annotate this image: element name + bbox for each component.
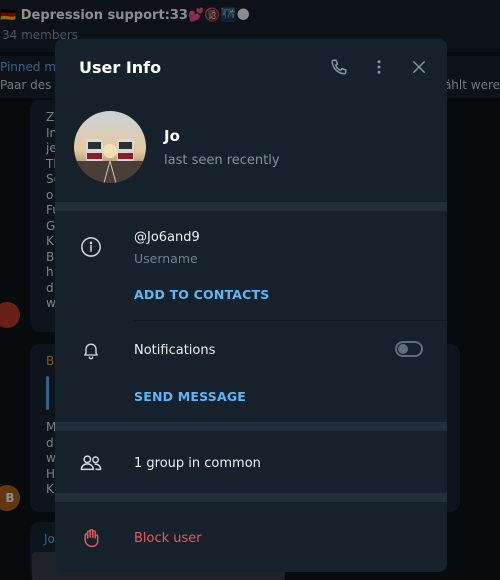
- section-divider: [55, 422, 447, 431]
- block-user-button[interactable]: Block user: [134, 531, 202, 546]
- user-info-dialog: User Info Jo last seen recently @Jo6and9…: [55, 39, 447, 572]
- section-divider: [55, 493, 447, 502]
- add-to-contacts-button[interactable]: ADD TO CONTACTS: [134, 287, 269, 302]
- user-name: Jo: [164, 127, 180, 145]
- username-value[interactable]: @Jo6and9: [134, 230, 200, 245]
- avatar[interactable]: [74, 111, 146, 183]
- bell-icon: [79, 338, 103, 362]
- username-label: Username: [134, 251, 198, 266]
- phone-icon[interactable]: [327, 55, 351, 79]
- close-icon[interactable]: [407, 55, 431, 79]
- hand-stop-icon: [79, 526, 103, 550]
- more-vertical-icon[interactable]: [367, 55, 391, 79]
- profile-section: Jo last seen recently: [55, 101, 447, 201]
- notifications-label: Notifications: [134, 343, 216, 358]
- toggle-knob: [398, 344, 408, 354]
- row-separator: [134, 320, 447, 321]
- groups-in-common[interactable]: 1 group in common: [134, 456, 261, 471]
- section-divider: [55, 202, 447, 211]
- info-icon: [79, 235, 103, 259]
- dialog-title: User Info: [79, 58, 162, 77]
- notifications-toggle[interactable]: [395, 341, 423, 357]
- group-icon: [79, 451, 103, 475]
- user-status: last seen recently: [164, 153, 280, 168]
- send-message-button[interactable]: SEND MESSAGE: [134, 389, 246, 404]
